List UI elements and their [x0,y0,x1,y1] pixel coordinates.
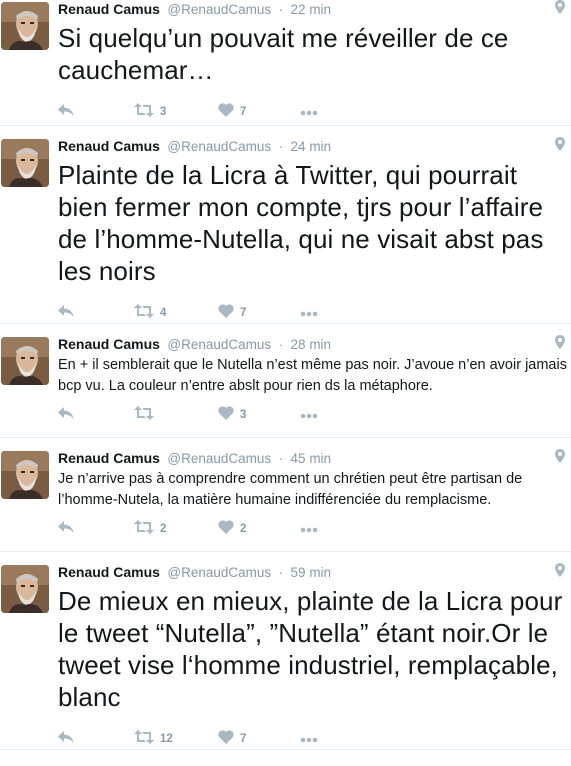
author-handle[interactable]: @RenaudCamus [167,337,271,352]
tweet-header: Renaud Camus @RenaudCamus · 59 min [58,563,571,583]
reply-icon [58,304,74,322]
reply-icon [58,406,74,424]
reply-icon [58,520,74,538]
avatar[interactable] [1,2,49,50]
heart-icon [218,729,234,749]
tweet-header: Renaud Camus @RenaudCamus · 24 min [58,137,571,157]
retweet-button[interactable] [134,405,182,425]
location-pin-icon[interactable] [555,563,565,582]
separator-dot: · [278,451,284,466]
tweet-timestamp[interactable]: 22 min [291,2,332,17]
tweet-text: Plainte de la Licra à Twitter, qui pourr… [58,160,544,286]
avatar[interactable] [1,565,49,613]
like-button[interactable]: 7 [218,729,266,749]
separator-dot: · [278,139,284,154]
avatar[interactable] [1,451,49,499]
retweet-button[interactable]: 4 [134,303,182,323]
more-dots-icon [300,406,318,424]
retweet-count: 12 [160,733,173,745]
tweet-actions: 12 7 [58,727,571,751]
author-name[interactable]: Renaud Camus [58,564,160,580]
tweet[interactable]: Renaud Camus @RenaudCamus · 24 min Plain… [0,126,571,324]
retweet-icon [134,303,154,323]
author-handle[interactable]: @RenaudCamus [167,565,271,580]
retweet-button[interactable]: 12 [134,729,182,749]
retweet-icon [134,405,154,425]
tweet-timestamp[interactable]: 45 min [291,451,332,466]
retweet-button[interactable]: 2 [134,519,182,539]
tweet-timestamp[interactable]: 28 min [291,337,332,352]
more-button[interactable] [300,730,318,748]
location-pin-icon[interactable] [555,449,565,468]
retweet-count: 3 [160,106,167,118]
like-button[interactable]: 7 [218,102,266,122]
tweet[interactable]: Renaud Camus @RenaudCamus · 22 min Si qu… [0,0,571,126]
location-pin-icon[interactable] [555,0,565,19]
like-count: 7 [240,733,247,745]
avatar[interactable] [1,337,49,385]
author-name[interactable]: Renaud Camus [58,336,160,352]
like-button[interactable]: 7 [218,303,266,323]
tweet-text: En + il semblerait que le Nutella n’est … [58,357,567,394]
more-button[interactable] [300,304,318,322]
retweet-icon [134,102,154,122]
like-count: 3 [240,409,247,421]
reply-button[interactable] [58,520,106,538]
like-count: 7 [240,307,247,319]
more-dots-icon [300,730,318,748]
tweet-actions: 2 2 [58,517,571,541]
location-pin-icon[interactable] [555,335,565,354]
tweet-actions: 3 7 [58,100,571,124]
tweet[interactable]: Renaud Camus @RenaudCamus · 28 min En + … [0,324,571,438]
reply-icon [58,730,74,748]
reply-icon [58,103,74,121]
author-handle[interactable]: @RenaudCamus [167,139,271,154]
like-count: 7 [240,106,247,118]
author-name[interactable]: Renaud Camus [58,450,160,466]
tweet-timestamp[interactable]: 24 min [291,139,332,154]
reply-button[interactable] [58,730,106,748]
reply-button[interactable] [58,304,106,322]
retweet-icon [134,519,154,539]
heart-icon [218,519,234,539]
tweet[interactable]: Renaud Camus @RenaudCamus · 45 min Je n’… [0,438,571,552]
like-button[interactable]: 2 [218,519,266,539]
tweet-text: Je n’arrive pas à comprendre comment un … [58,471,531,508]
avatar[interactable] [1,139,49,187]
tweet-timestamp[interactable]: 59 min [291,565,332,580]
separator-dot: · [278,2,284,17]
separator-dot: · [278,565,284,580]
more-dots-icon [300,520,318,538]
like-count: 2 [240,523,247,535]
tweet-header: Renaud Camus @RenaudCamus · 45 min [58,449,571,469]
tweet-header: Renaud Camus @RenaudCamus · 22 min [58,0,571,20]
heart-icon [218,303,234,323]
more-button[interactable] [300,103,318,121]
retweet-icon [134,729,154,749]
heart-icon [218,102,234,122]
tweet-header: Renaud Camus @RenaudCamus · 28 min [58,335,571,355]
tweet-actions: 3 [58,403,571,427]
author-name[interactable]: Renaud Camus [58,1,160,17]
more-button[interactable] [300,406,318,424]
separator-dot: · [278,337,284,352]
tweet[interactable]: Renaud Camus @RenaudCamus · 59 min De mi… [0,552,571,750]
retweet-count: 2 [160,523,167,535]
retweet-count: 4 [160,307,167,319]
author-handle[interactable]: @RenaudCamus [167,2,271,17]
reply-button[interactable] [58,406,106,424]
like-button[interactable]: 3 [218,405,266,425]
retweet-button[interactable]: 3 [134,102,182,122]
more-button[interactable] [300,520,318,538]
more-dots-icon [300,103,318,121]
heart-icon [218,405,234,425]
author-handle[interactable]: @RenaudCamus [167,451,271,466]
tweet-text: Si quelqu’un pouvait me réveiller de ce … [58,23,509,85]
location-pin-icon[interactable] [555,137,565,156]
tweet-text: De mieux en mieux, plainte de la Licra p… [58,586,563,712]
author-name[interactable]: Renaud Camus [58,138,160,154]
more-dots-icon [300,304,318,322]
tweet-actions: 4 7 [58,301,571,325]
reply-button[interactable] [58,103,106,121]
